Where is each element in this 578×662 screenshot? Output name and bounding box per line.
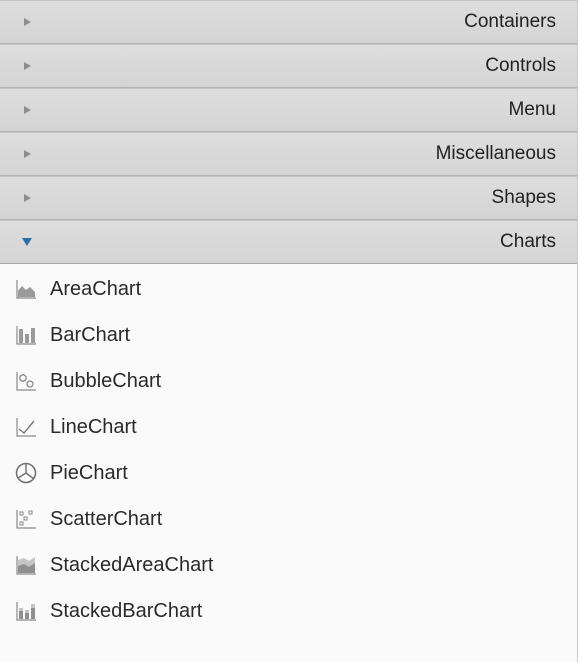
stacked-area-chart-icon — [16, 556, 36, 575]
list-item-label: StackedBarChart — [50, 600, 203, 622]
disclosure-collapsed-icon[interactable] — [20, 15, 34, 29]
area-chart-icon — [16, 280, 36, 299]
section-header-containers[interactable]: Containers — [0, 0, 578, 44]
line-chart-icon — [16, 418, 36, 437]
disclosure-collapsed-icon[interactable] — [20, 59, 34, 73]
list-item-label: BarChart — [50, 324, 131, 346]
list-item-label: PieChart — [50, 462, 128, 484]
section-header-shapes[interactable]: Shapes — [0, 176, 578, 220]
charts-list: AreaChart BarChart BubbleChart LineChart… — [0, 264, 578, 634]
list-item-area-chart[interactable]: AreaChart — [0, 266, 578, 312]
section-header-miscellaneous[interactable]: Miscellaneous — [0, 132, 578, 176]
section-title: Containers — [464, 11, 556, 32]
section-header-charts[interactable]: Charts — [0, 220, 578, 264]
disclosure-collapsed-icon[interactable] — [20, 191, 34, 205]
section-header-controls[interactable]: Controls — [0, 44, 578, 88]
pie-chart-icon — [15, 462, 37, 484]
library-panel: Containers Controls Menu Miscellaneous S… — [0, 0, 578, 662]
section-title: Shapes — [491, 187, 556, 208]
bubble-chart-icon — [16, 372, 36, 391]
list-item-label: AreaChart — [50, 278, 142, 300]
disclosure-collapsed-icon[interactable] — [20, 147, 34, 161]
disclosure-expanded-icon[interactable] — [20, 235, 34, 249]
list-item-label: ScatterChart — [50, 508, 163, 530]
list-item-stacked-area-chart[interactable]: StackedAreaChart — [0, 542, 578, 588]
list-item-scatter-chart[interactable]: ScatterChart — [0, 496, 578, 542]
section-title: Menu — [508, 99, 556, 120]
section-title: Charts — [500, 231, 556, 252]
bar-chart-icon — [16, 326, 36, 345]
list-item-label: BubbleChart — [50, 370, 162, 392]
list-item-pie-chart[interactable]: PieChart — [0, 450, 578, 496]
list-item-line-chart[interactable]: LineChart — [0, 404, 578, 450]
scatter-chart-icon — [16, 510, 36, 529]
list-item-stacked-bar-chart[interactable]: StackedBarChart — [0, 588, 578, 634]
list-item-label: StackedAreaChart — [50, 554, 214, 576]
section-header-menu[interactable]: Menu — [0, 88, 578, 132]
list-item-label: LineChart — [50, 416, 137, 438]
section-title: Controls — [485, 55, 556, 76]
disclosure-collapsed-icon[interactable] — [20, 103, 34, 117]
stacked-bar-chart-icon — [16, 602, 36, 621]
list-item-bubble-chart[interactable]: BubbleChart — [0, 358, 578, 404]
section-title: Miscellaneous — [435, 143, 556, 164]
list-item-bar-chart[interactable]: BarChart — [0, 312, 578, 358]
